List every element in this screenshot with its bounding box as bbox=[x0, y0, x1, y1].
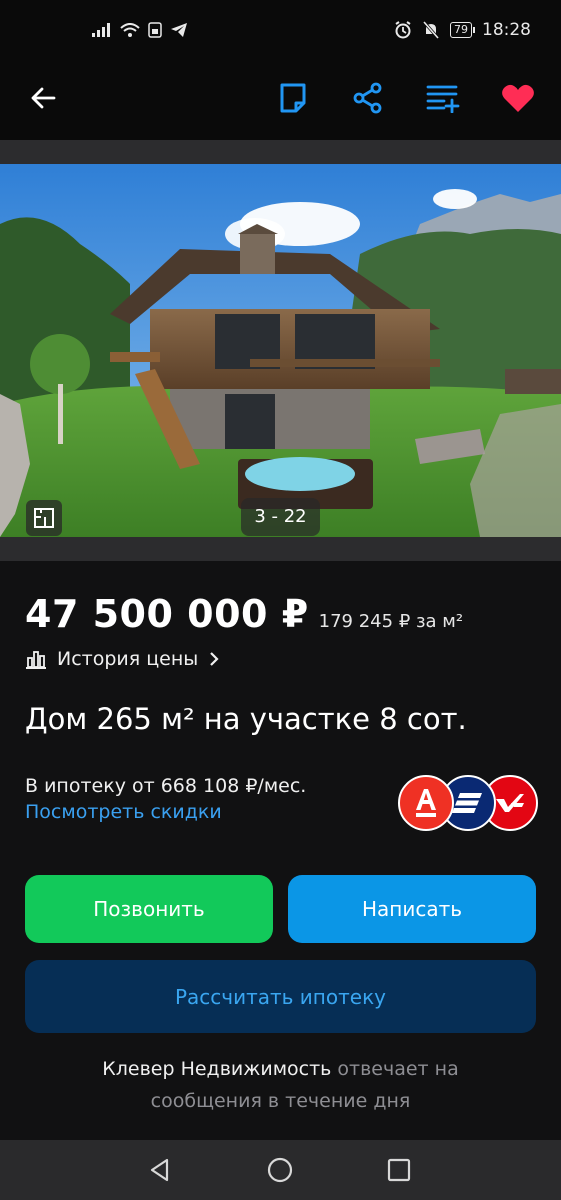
app-bar bbox=[0, 56, 561, 140]
calculate-mortgage-button[interactable]: Рассчитать ипотеку bbox=[25, 960, 536, 1033]
alfa-bank-logo bbox=[398, 775, 454, 831]
system-nav-bar bbox=[0, 1140, 561, 1200]
share-button[interactable] bbox=[346, 76, 390, 120]
listing-title: Дом 265 м² на участке 8 сот. bbox=[25, 702, 467, 736]
compare-button[interactable] bbox=[421, 76, 465, 120]
nav-recents-button[interactable] bbox=[381, 1154, 417, 1186]
agency-response-info: Клевер Недвижимость отвечает на сообщени… bbox=[0, 1053, 561, 1117]
status-right: 79 18:28 bbox=[394, 20, 531, 40]
back-button[interactable] bbox=[21, 76, 65, 120]
clock: 18:28 bbox=[482, 20, 531, 40]
photo-counter: 3 - 22 bbox=[241, 498, 320, 536]
compare-list-icon bbox=[426, 85, 460, 113]
sim-icon bbox=[148, 22, 162, 38]
listing-photo[interactable] bbox=[0, 164, 561, 537]
mute-icon bbox=[422, 21, 440, 39]
telegram-icon bbox=[171, 23, 187, 37]
price: 47 500 000 ₽ bbox=[25, 592, 309, 636]
mortgage-from: В ипотеку от 668 108 ₽/мес. bbox=[25, 775, 307, 797]
note-button[interactable] bbox=[271, 76, 315, 120]
floor-plan-icon bbox=[34, 508, 54, 528]
agency-name[interactable]: Клевер Недвижимость bbox=[102, 1058, 331, 1080]
favorite-button[interactable] bbox=[496, 76, 540, 120]
write-button[interactable]: Написать bbox=[288, 875, 536, 943]
heart-icon bbox=[502, 84, 534, 112]
agency-line-1: Клевер Недвижимость отвечает на bbox=[0, 1053, 561, 1085]
nav-back-button[interactable] bbox=[142, 1154, 178, 1186]
divider bbox=[0, 537, 561, 561]
price-history-label: История цены bbox=[57, 648, 199, 670]
triangle-back-icon bbox=[150, 1158, 169, 1182]
signal-icon bbox=[92, 23, 110, 37]
nav-home-button[interactable] bbox=[262, 1154, 298, 1186]
price-history-link[interactable]: История цены bbox=[25, 648, 220, 670]
circle-home-icon bbox=[267, 1157, 293, 1183]
price-per-m2: 179 245 ₽ за м² bbox=[318, 611, 464, 632]
battery-indicator: 79 bbox=[450, 22, 475, 38]
status-left bbox=[92, 22, 188, 38]
divider bbox=[0, 140, 561, 164]
alarm-icon bbox=[395, 21, 411, 39]
chevron-right-icon bbox=[210, 652, 219, 666]
status-bar: 79 18:28 bbox=[0, 0, 561, 56]
wifi-icon bbox=[120, 22, 140, 37]
bank-logos bbox=[398, 775, 538, 831]
square-recents-icon bbox=[387, 1158, 411, 1182]
back-arrow-icon bbox=[31, 87, 56, 109]
bar-chart-icon bbox=[26, 651, 46, 669]
floor-plan-button[interactable] bbox=[26, 500, 62, 536]
share-icon bbox=[353, 82, 382, 114]
response-text-2: сообщения в течение дня bbox=[150, 1090, 411, 1112]
price-row: 47 500 000 ₽ 179 245 ₽ за м² bbox=[25, 592, 463, 636]
discounts-link[interactable]: Посмотреть скидки bbox=[25, 801, 306, 823]
response-text-1: отвечает на bbox=[337, 1058, 459, 1080]
mortgage-info: В ипотеку от 668 108 ₽/мес. Посмотреть с… bbox=[25, 775, 306, 823]
call-button[interactable]: Позвонить bbox=[25, 875, 273, 943]
note-icon bbox=[280, 83, 306, 113]
